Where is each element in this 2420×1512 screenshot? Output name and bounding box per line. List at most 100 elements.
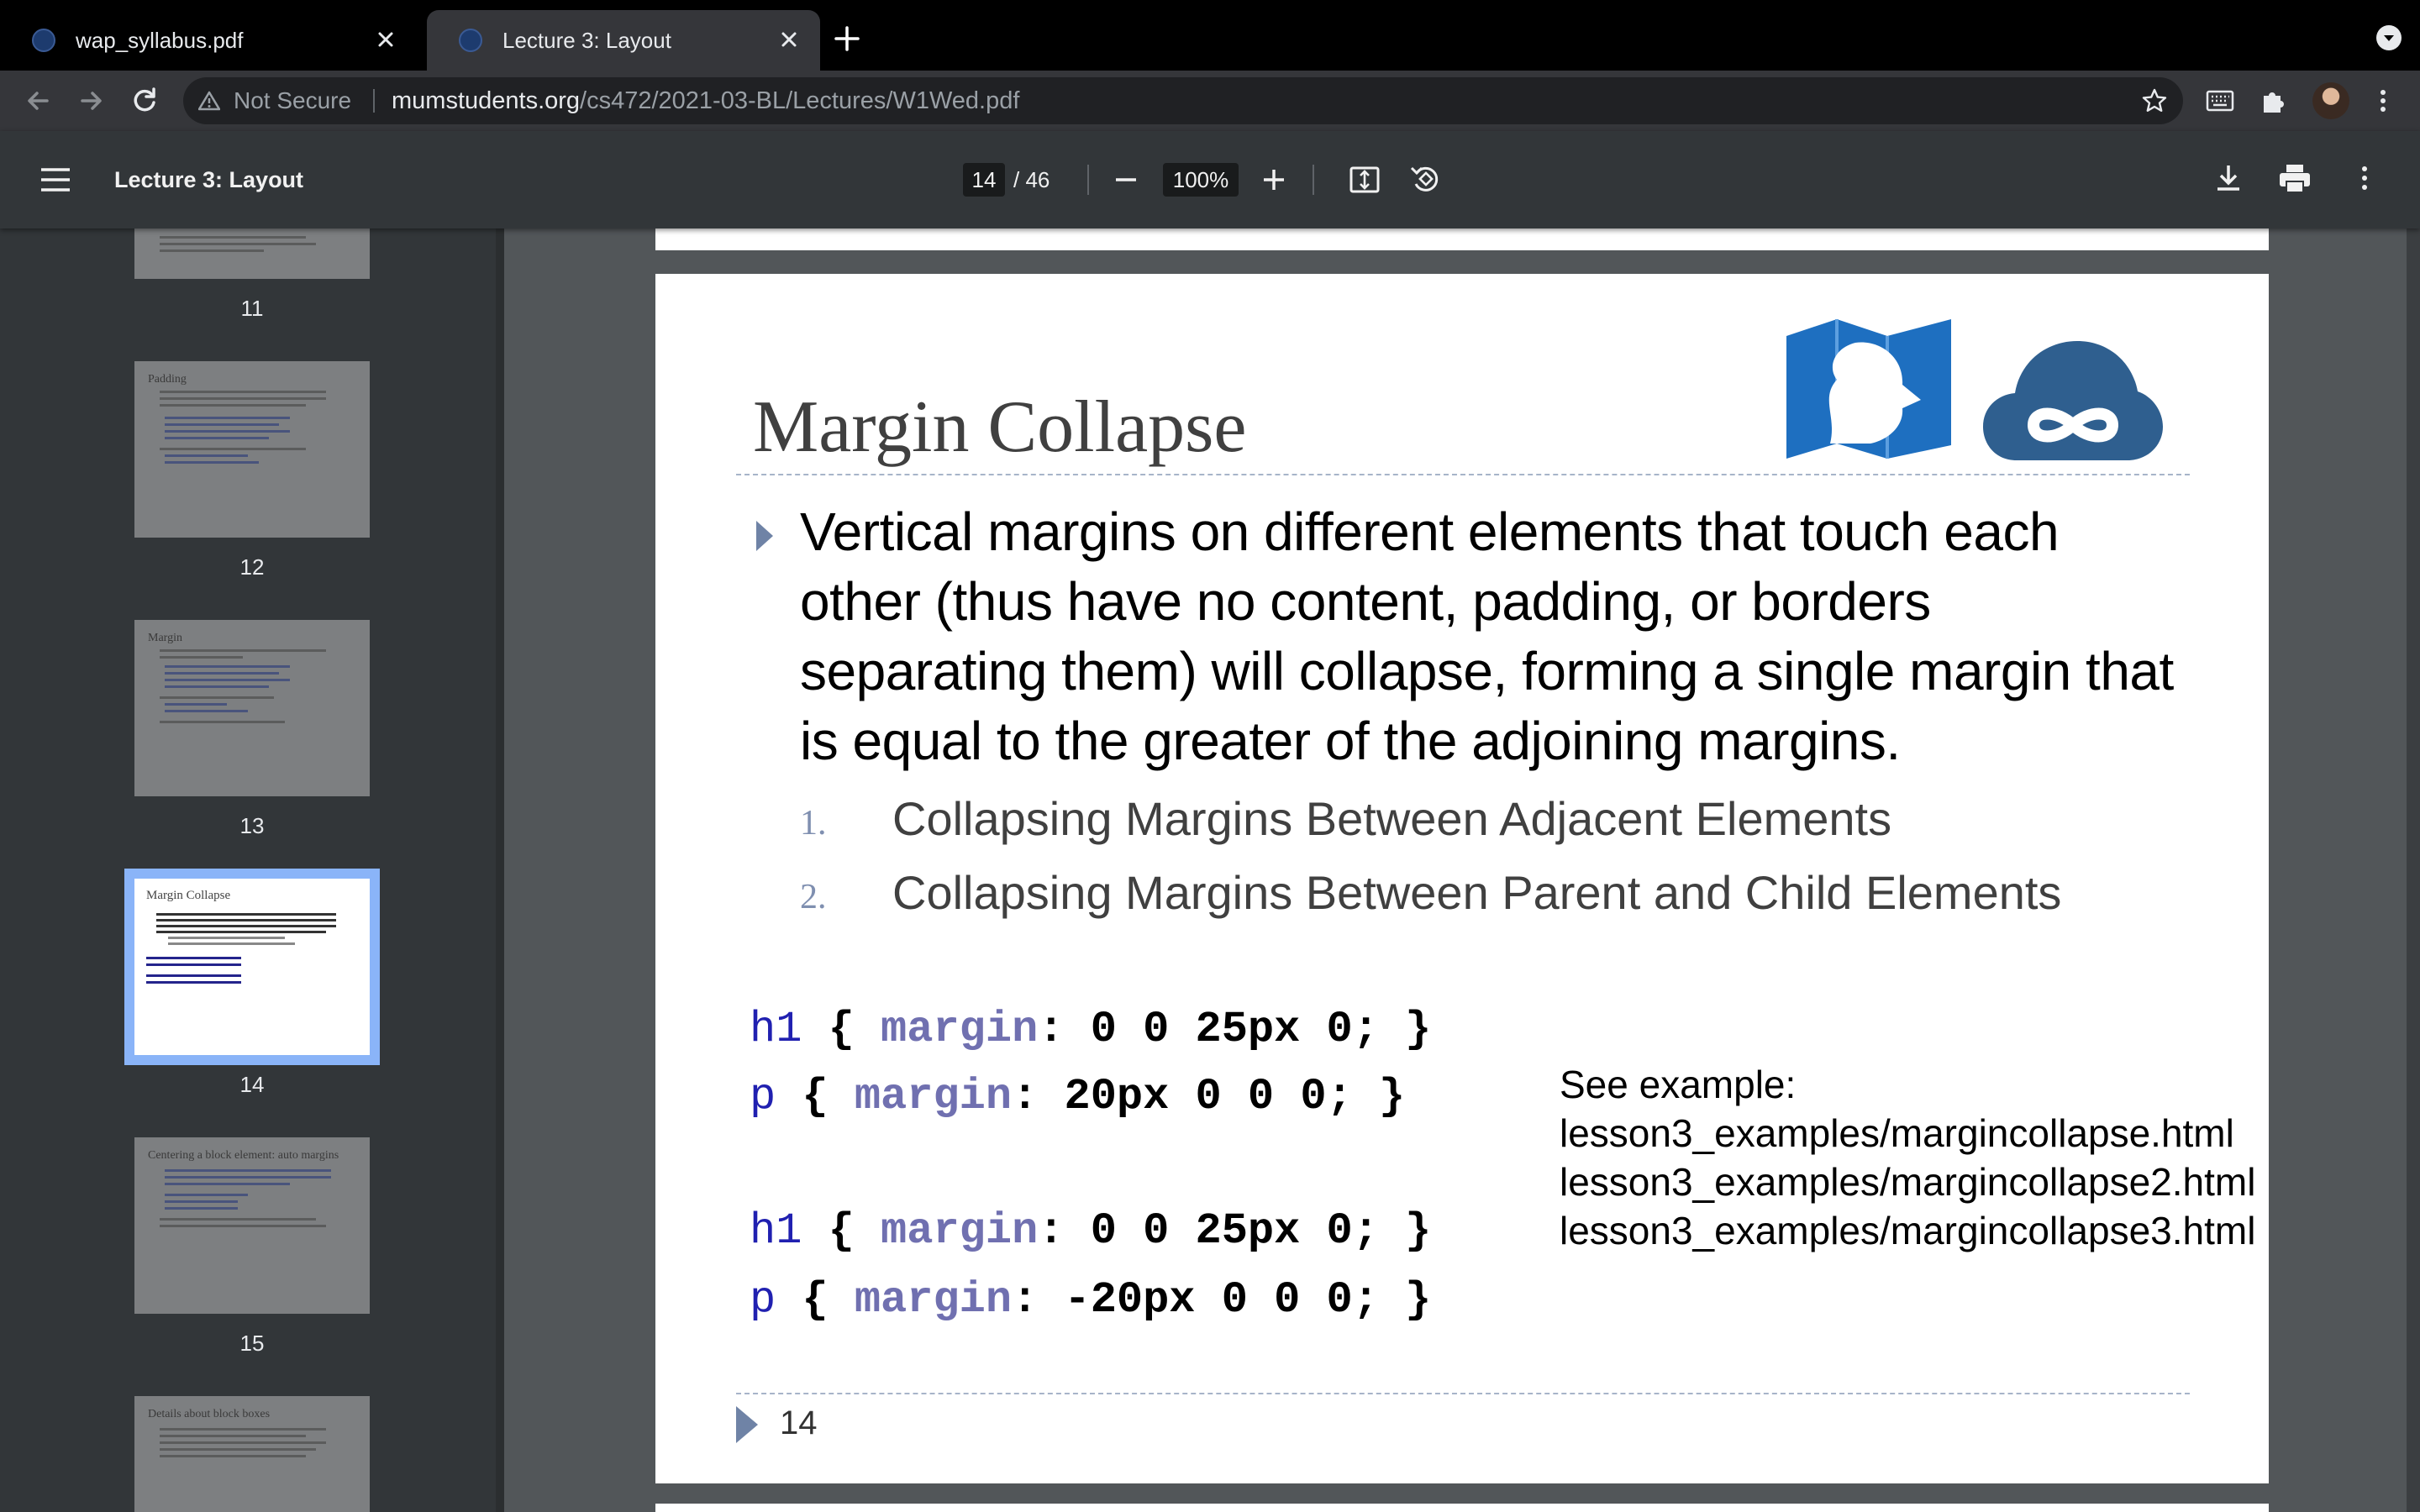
document-title: Lecture 3: Layout bbox=[114, 167, 304, 192]
thumbnail-page-15[interactable]: Centering a block element: auto margins bbox=[134, 1137, 370, 1314]
code-property: margin bbox=[881, 1206, 1039, 1256]
tab-strip: wap_syllabus.pdf Lecture 3: Layout bbox=[0, 0, 2420, 71]
page-number-input[interactable]: 14 bbox=[963, 163, 1005, 197]
list-number: 1. bbox=[800, 804, 827, 843]
title-divider bbox=[736, 474, 2190, 475]
tab-wap-syllabus[interactable]: wap_syllabus.pdf bbox=[0, 10, 417, 71]
tab-title: wap_syllabus.pdf bbox=[76, 27, 244, 53]
close-icon[interactable] bbox=[776, 27, 802, 52]
code-property: margin bbox=[854, 1072, 1013, 1121]
thumbnail-page-number: 12 bbox=[239, 554, 265, 580]
tab-title: Lecture 3: Layout bbox=[502, 27, 671, 53]
close-icon[interactable] bbox=[373, 27, 398, 52]
reload-icon[interactable] bbox=[126, 82, 163, 119]
thumbnail-page-number: 13 bbox=[239, 813, 265, 838]
star-icon[interactable] bbox=[2141, 87, 2168, 114]
open-book-map-logo-icon bbox=[1786, 319, 1951, 459]
divider bbox=[1087, 165, 1089, 195]
more-options-icon[interactable] bbox=[2348, 161, 2381, 195]
thumbnail-page-14[interactable]: Margin Collapse bbox=[134, 879, 370, 1055]
footer-arrow-icon bbox=[736, 1406, 758, 1443]
code-line: p { margin: -20px 0 0 0; } bbox=[750, 1275, 1431, 1325]
code-property: margin bbox=[881, 1005, 1039, 1054]
thumbnail-heading: Margin bbox=[148, 632, 182, 644]
code-value: : 0 0 25px 0; } bbox=[1038, 1206, 1432, 1256]
keyboard-icon[interactable] bbox=[2205, 86, 2235, 116]
example-link: lesson3_examples/margincollapse2.html bbox=[1560, 1160, 2256, 1204]
list-text: Collapsing Margins Between Parent and Ch… bbox=[892, 866, 2062, 919]
thumbnail-page-16[interactable]: Details about block boxes bbox=[134, 1396, 370, 1512]
pdf-page: Margin Collapse Vertical margins on diff… bbox=[655, 274, 2269, 1483]
code-line: h1 { margin: 0 0 25px 0; } bbox=[750, 1206, 1431, 1256]
thumbnail-heading: Details about block boxes bbox=[148, 1408, 271, 1420]
thumbnail-page-number: 14 bbox=[239, 1072, 265, 1097]
code-value: : 0 0 25px 0; } bbox=[1038, 1005, 1432, 1054]
previous-page-edge bbox=[655, 228, 2269, 250]
new-tab-plus-icon[interactable] bbox=[832, 24, 862, 54]
tab-lecture-3[interactable]: Lecture 3: Layout bbox=[427, 10, 820, 71]
back-arrow-icon[interactable] bbox=[20, 82, 57, 119]
hamburger-menu-icon[interactable] bbox=[39, 166, 72, 193]
code-value: : -20px 0 0 0; } bbox=[1012, 1275, 1432, 1325]
code-property: margin bbox=[854, 1275, 1013, 1325]
thumbnail-page-number: 15 bbox=[239, 1331, 265, 1356]
example-label: See example: bbox=[1560, 1063, 1797, 1106]
document-scrollbar[interactable] bbox=[2407, 228, 2420, 1512]
security-indicator[interactable]: Not Secure bbox=[198, 77, 351, 124]
code-selector: p bbox=[750, 1275, 776, 1325]
thumbnail-page-11[interactable] bbox=[134, 228, 370, 279]
thumbnail-page-13[interactable]: Margin bbox=[134, 620, 370, 796]
security-label: Not Secure bbox=[234, 87, 352, 113]
thumbnail-heading: Centering a block element: auto margins bbox=[148, 1149, 339, 1162]
cloud-infinity-logo-icon bbox=[1983, 341, 2163, 460]
browser-toolbar: Not Secure mumstudents.org/cs472/2021-03… bbox=[0, 71, 2420, 131]
zoom-out-minus-icon[interactable] bbox=[1111, 165, 1141, 195]
fit-page-icon[interactable] bbox=[1348, 163, 1381, 197]
slide-page-number: 14 bbox=[780, 1404, 818, 1441]
puzzle-icon[interactable] bbox=[2259, 86, 2289, 116]
avatar[interactable] bbox=[2312, 82, 2349, 119]
globe-favicon-icon bbox=[459, 29, 482, 52]
bullet-text: Vertical margins on different elements t… bbox=[800, 501, 2174, 771]
list-number: 2. bbox=[800, 878, 827, 916]
code-value: : 20px 0 0 0; } bbox=[1012, 1072, 1406, 1121]
bullet-arrow-icon bbox=[756, 521, 773, 551]
thumbnail-page-number: 11 bbox=[240, 296, 264, 321]
example-link: lesson3_examples/margincollapse.html bbox=[1560, 1111, 2234, 1155]
thumbnail-heading: Padding bbox=[148, 373, 187, 386]
zoom-level-input[interactable]: 100% bbox=[1163, 163, 1239, 197]
page-total: / 46 bbox=[1013, 167, 1050, 192]
forward-arrow-icon[interactable] bbox=[72, 82, 109, 119]
divider bbox=[1313, 165, 1314, 195]
print-icon[interactable] bbox=[2277, 161, 2312, 197]
warning-icon bbox=[198, 91, 220, 111]
code-brace: { bbox=[776, 1072, 855, 1121]
pdf-toolbar: Lecture 3: Layout 14 / 46 100% bbox=[0, 131, 2420, 228]
download-icon[interactable] bbox=[2212, 161, 2245, 195]
code-line: h1 { margin: 0 0 25px 0; } bbox=[750, 1005, 1431, 1054]
code-line: p { margin: 20px 0 0 0; } bbox=[750, 1072, 1405, 1121]
thumbnail-page-12[interactable]: Padding bbox=[134, 361, 370, 538]
code-brace: { bbox=[802, 1005, 881, 1054]
globe-favicon-icon bbox=[32, 29, 55, 52]
example-references: See example: lesson3_examples/margincoll… bbox=[1560, 1060, 2255, 1255]
next-page-edge bbox=[655, 1504, 2269, 1512]
zoom-in-plus-icon[interactable] bbox=[1259, 165, 1289, 195]
address-bar[interactable]: Not Secure mumstudents.org/cs472/2021-03… bbox=[183, 77, 2183, 124]
kebab-menu-icon[interactable] bbox=[2368, 86, 2398, 116]
url-path: /cs472/2021-03-BL/Lectures/W1Wed.pdf bbox=[580, 87, 1020, 114]
sidebar-scrollbar[interactable] bbox=[496, 228, 504, 1512]
thumbnail-sidebar: 11 Padding 12 Margin 13 Margin Collapse … bbox=[0, 228, 504, 1512]
code-selector: h1 bbox=[750, 1005, 802, 1054]
tab-search-icon[interactable] bbox=[2376, 25, 2402, 50]
footer-divider bbox=[736, 1393, 2190, 1394]
thumbnail-heading: Margin Collapse bbox=[146, 889, 231, 902]
url-text[interactable]: mumstudents.org/cs472/2021-03-BL/Lecture… bbox=[392, 77, 1019, 124]
code-selector: p bbox=[750, 1072, 776, 1121]
code-brace: { bbox=[802, 1206, 881, 1256]
slide-title: Margin Collapse bbox=[753, 386, 1247, 468]
divider bbox=[373, 89, 375, 113]
list-text: Collapsing Margins Between Adjacent Elem… bbox=[892, 792, 1892, 845]
rotate-icon[interactable] bbox=[1408, 161, 1444, 197]
url-host: mumstudents.org bbox=[392, 87, 581, 114]
